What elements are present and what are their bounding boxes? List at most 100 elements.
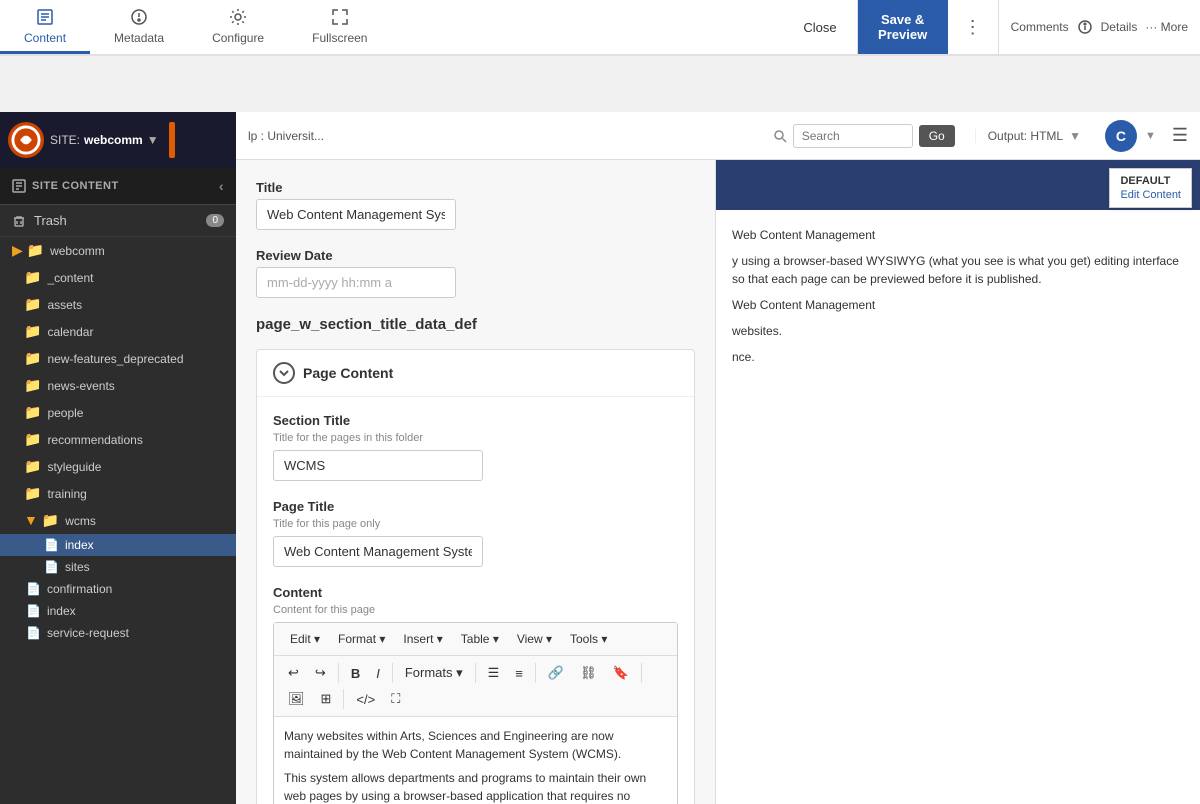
tab-fullscreen-label: Fullscreen — [312, 31, 367, 45]
folder-icon: 📁 — [24, 323, 41, 340]
site-selector[interactable]: SITE: webcomm ▼ — [50, 133, 159, 147]
section-title-input[interactable] — [273, 450, 483, 481]
user-dropdown-icon[interactable]: ▼ — [1145, 130, 1156, 142]
sidebar-file-confirmation[interactable]: 📄 confirmation — [0, 578, 236, 600]
title-form-group: Title — [256, 180, 695, 230]
orange-indicator — [169, 122, 175, 158]
wysiwyg-image-button[interactable]: 🖼 — [282, 688, 311, 710]
wysiwyg-italic-button[interactable]: I — [370, 663, 386, 684]
preview-panel: Web Content Management y using a browser… — [716, 160, 1200, 804]
sidebar-item-news-events[interactable]: 📁 news-events — [0, 372, 236, 399]
sidebar-header: SITE CONTENT ‹ — [0, 168, 236, 205]
wysiwyg-link-button[interactable]: 🔗 — [542, 662, 570, 684]
review-date-input[interactable] — [256, 267, 456, 298]
wysiwyg-bookmark-button[interactable]: 🔖 — [607, 662, 635, 684]
wysiwyg-separator-4 — [535, 663, 536, 683]
close-button[interactable]: Close — [783, 0, 857, 54]
wysiwyg-bold-button[interactable]: B — [345, 663, 366, 684]
output-dropdown-arrow-icon[interactable]: ▼ — [1069, 129, 1081, 143]
sidebar-collapse-button[interactable]: ‹ — [219, 178, 224, 194]
site-content-icon — [12, 179, 26, 193]
sidebar-file-wcms-index[interactable]: 📄 index — [0, 534, 236, 556]
sidebar-item-new-features[interactable]: 📁 new-features_deprecated — [0, 345, 236, 372]
tab-fullscreen[interactable]: Fullscreen — [288, 0, 391, 54]
sidebar-file-wcms-sites[interactable]: 📄 sites — [0, 556, 236, 578]
folder-icon: 📁 — [24, 485, 41, 502]
sidebar-item-people[interactable]: 📁 people — [0, 399, 236, 426]
wysiwyg-insert-menu[interactable]: Insert ▾ — [395, 629, 450, 649]
sidebar-file-index[interactable]: 📄 index — [0, 600, 236, 622]
user-area: C ▼ ☰ — [1093, 120, 1188, 152]
folder-icon: 📁 — [24, 296, 41, 313]
search-area: Go — [765, 124, 963, 148]
tab-metadata[interactable]: Metadata — [90, 0, 188, 54]
section-title-label: Section Title — [273, 413, 678, 428]
sidebar-item-styleguide[interactable]: 📁 styleguide — [0, 453, 236, 480]
main-topbar: lp : Universit... Go Output: HTML ▼ C ▼ … — [236, 112, 1200, 160]
details-link[interactable]: Details — [1101, 20, 1138, 34]
wysiwyg-paragraph-2: This system allows departments and progr… — [284, 769, 667, 804]
section-title-group: Section Title Title for the pages in thi… — [273, 413, 678, 481]
sidebar-item-trash[interactable]: Trash 0 — [0, 205, 236, 237]
sidebar-item-webcomm[interactable]: ▶ 📁 webcomm — [0, 237, 236, 264]
wysiwyg-unordered-list-button[interactable]: ☰ — [482, 662, 506, 684]
wysiwyg-fullscreen-button[interactable]: ⛶ — [385, 688, 406, 710]
comments-link[interactable]: Comments — [1011, 20, 1069, 34]
preview-content-area: Web Content Management y using a browser… — [716, 210, 1200, 804]
tab-metadata-label: Metadata — [114, 31, 164, 45]
wysiwyg-media-button[interactable]: ⊞ — [315, 688, 338, 710]
tab-content[interactable]: Content — [0, 0, 90, 54]
edit-content-link[interactable]: Edit Content — [1120, 189, 1181, 201]
wysiwyg-edit-menu[interactable]: Edit ▾ — [282, 629, 328, 649]
wysiwyg-unlink-button[interactable]: ⛓ — [574, 662, 603, 684]
title-input[interactable] — [256, 199, 456, 230]
main-toolbar: Content Metadata Configure Fullscreen Cl… — [0, 0, 1200, 56]
wysiwyg-editor: Edit ▾ Format ▾ Insert ▾ Table ▾ View ▾ … — [273, 622, 678, 804]
trash-count-badge: 0 — [206, 214, 224, 227]
wysiwyg-formats-dropdown[interactable]: Formats ▾ — [399, 662, 469, 684]
folder-icon: ▶ 📁 — [12, 242, 44, 259]
review-date-label: Review Date — [256, 248, 695, 263]
sidebar-item-recommendations[interactable]: 📁 recommendations — [0, 426, 236, 453]
wysiwyg-table-menu[interactable]: Table ▾ — [453, 629, 507, 649]
folder-icon: ▼ 📁 — [24, 512, 59, 529]
more-nav-link[interactable]: ··· More — [1145, 20, 1188, 34]
file-icon: 📄 — [26, 604, 41, 618]
folder-icon: 📁 — [24, 431, 41, 448]
page-title-label: Page Title — [273, 499, 678, 514]
more-options-button[interactable]: ⋮ — [948, 0, 998, 54]
wysiwyg-undo-button[interactable]: ↩ — [282, 662, 305, 684]
page-content-section: Page Content Section Title Title for the… — [256, 349, 695, 804]
sidebar-item-assets[interactable]: 📁 assets — [0, 291, 236, 318]
sidebar-item-training[interactable]: 📁 training — [0, 480, 236, 507]
page-title-input[interactable] — [273, 536, 483, 567]
editor-panel: Title Review Date page_w_section_title_d… — [236, 160, 716, 804]
title-label: Title — [256, 180, 695, 195]
definition-label: page_w_section_title_data_def — [256, 316, 695, 333]
wysiwyg-content-area[interactable]: Many websites within Arts, Sciences and … — [274, 717, 677, 804]
sidebar-item-_content[interactable]: 📁 _content — [0, 264, 236, 291]
preview-text-1: Web Content Management — [732, 226, 1184, 244]
tab-configure[interactable]: Configure — [188, 0, 288, 54]
preview-text-3: Web Content Management — [732, 296, 1184, 314]
wysiwyg-source-button[interactable]: </> — [350, 689, 381, 710]
dropdown-arrow-icon: ▼ — [147, 133, 159, 147]
sidebar-item-wcms[interactable]: ▼ 📁 wcms — [0, 507, 236, 534]
wysiwyg-redo-button[interactable]: ↪ — [309, 662, 332, 684]
default-badge: DEFAULT Edit Content — [1109, 168, 1192, 208]
search-input[interactable] — [793, 124, 913, 148]
wysiwyg-tools-menu[interactable]: Tools ▾ — [562, 629, 615, 649]
file-icon: 📄 — [44, 560, 59, 574]
save-preview-button[interactable]: Save & Preview — [858, 0, 948, 54]
wysiwyg-ordered-list-button[interactable]: ≡ — [509, 663, 529, 684]
trash-icon — [12, 214, 26, 228]
page-content-header[interactable]: Page Content — [257, 350, 694, 397]
wysiwyg-format-menu[interactable]: Format ▾ — [330, 629, 393, 649]
sidebar-file-service-request[interactable]: 📄 service-request — [0, 622, 236, 644]
sidebar-item-calendar[interactable]: 📁 calendar — [0, 318, 236, 345]
search-go-button[interactable]: Go — [919, 125, 955, 147]
wysiwyg-view-menu[interactable]: View ▾ — [509, 629, 560, 649]
preview-text-5: nce. — [732, 348, 1184, 366]
breadcrumb: lp : Universit... — [248, 129, 753, 143]
hamburger-menu-icon[interactable]: ☰ — [1172, 125, 1188, 146]
